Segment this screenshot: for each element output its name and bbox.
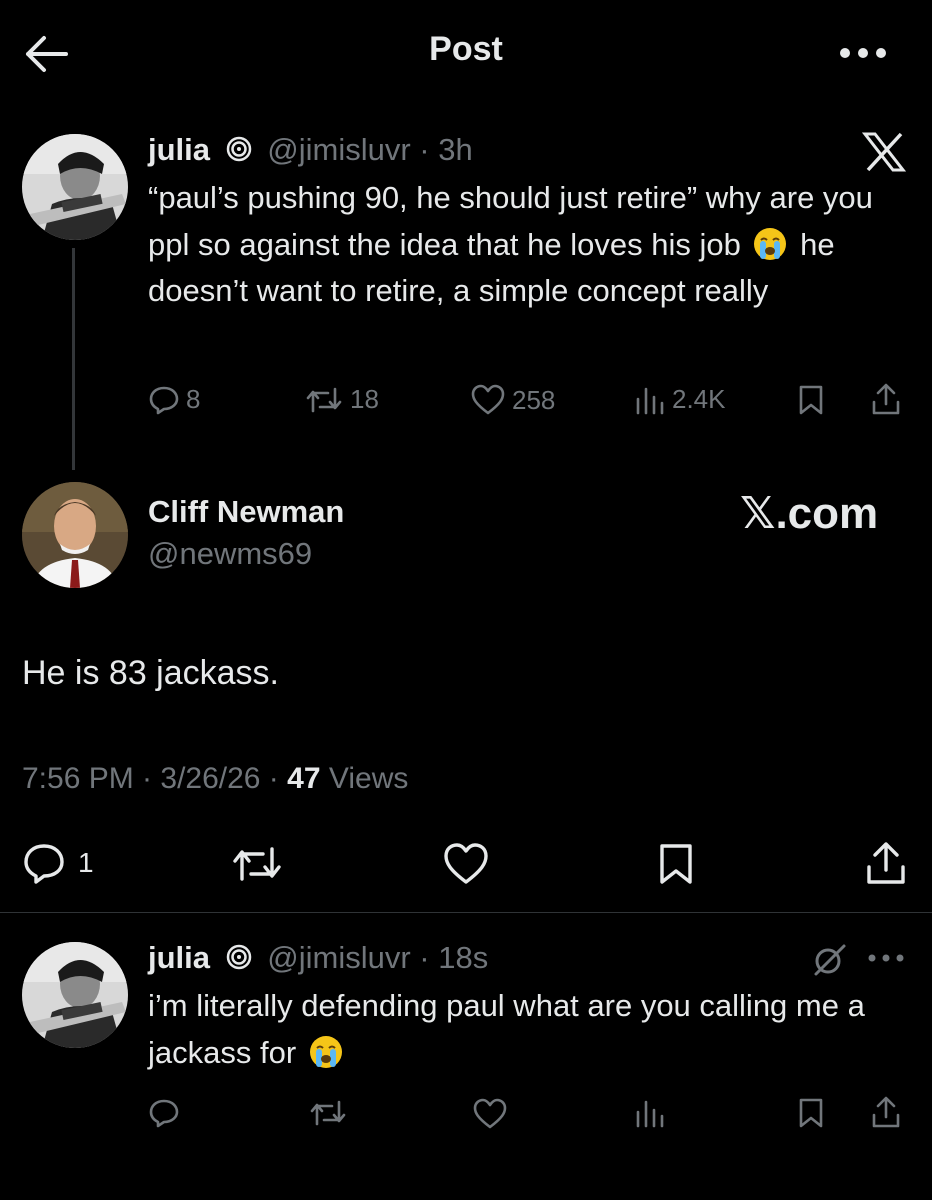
repost-button[interactable] (308, 1098, 348, 1128)
reply-icon (24, 844, 64, 884)
more-options-button[interactable] (836, 40, 890, 66)
reply-button[interactable]: 8 (148, 384, 200, 415)
like-icon (444, 843, 488, 884)
handle[interactable]: @newms69 (148, 536, 312, 572)
share-icon (872, 1096, 900, 1128)
crying-emoji-icon (309, 1035, 342, 1068)
x-com-watermark: 𝕏.com (740, 489, 879, 538)
quoted-user-line: julia @jimisluvr · 3h (148, 132, 473, 168)
share-button[interactable] (870, 382, 902, 416)
x-logo (862, 132, 906, 172)
more-icon (868, 954, 904, 962)
repost-icon (306, 387, 342, 412)
reply-button[interactable]: 1 (22, 842, 94, 884)
reply-user-line: julia @jimisluvr · 18s (148, 940, 488, 976)
reply-icon (149, 386, 179, 414)
views-button[interactable] (634, 1098, 666, 1128)
like-icon (473, 1098, 507, 1129)
share-icon (867, 842, 905, 884)
bookmark-icon (799, 385, 823, 415)
repost-button[interactable] (230, 844, 284, 884)
like-icon (471, 384, 505, 415)
grok-button[interactable] (812, 942, 848, 978)
avatar[interactable] (22, 134, 128, 240)
views-icon (636, 1100, 664, 1128)
handle[interactable]: @jimisluvr (267, 132, 410, 167)
avatar[interactable] (22, 482, 128, 588)
timestamp[interactable]: 7:56 PM · 3/26/26 · (22, 762, 279, 795)
repost-count: 18 (350, 384, 379, 414)
bookmark-button[interactable] (796, 1097, 826, 1129)
bookmark-button[interactable] (656, 842, 696, 886)
views-count: 2.4K (672, 384, 726, 414)
repost-icon (310, 1100, 346, 1126)
reply-count: 8 (186, 384, 201, 414)
views-count: 47 (287, 762, 321, 795)
reply-count: 1 (78, 847, 94, 878)
display-name[interactable]: julia (148, 132, 210, 167)
bookmark-icon (799, 1098, 823, 1128)
grok-icon (814, 944, 846, 976)
like-count: 258 (512, 384, 556, 415)
like-button[interactable] (442, 842, 490, 886)
share-button[interactable] (864, 840, 908, 886)
crying-emoji-icon (754, 227, 787, 260)
reply-icon (149, 1099, 179, 1128)
bookmark-icon (660, 844, 692, 884)
quoted-tweet-text: “paul’s pushing 90, he should just retir… (148, 175, 908, 315)
page-title: Post (429, 30, 503, 68)
timestamp[interactable]: · 18s (419, 940, 488, 975)
thread-line (72, 248, 75, 470)
verified-spiral-icon (226, 136, 251, 162)
share-icon (872, 383, 900, 415)
reply-tweet-text: i’m literally defending paul what are yo… (148, 983, 908, 1076)
x-logo-icon (862, 132, 906, 172)
repost-button[interactable]: 18 (304, 384, 379, 415)
display-name[interactable]: Cliff Newman (148, 494, 344, 530)
handle[interactable]: @jimisluvr (267, 940, 410, 975)
avatar[interactable] (22, 942, 128, 1048)
views-icon (636, 387, 664, 414)
tweet-meta: 7:56 PM · 3/26/26 · 47 Views (22, 762, 408, 796)
timestamp[interactable]: · 3h (419, 132, 472, 167)
share-button[interactable] (870, 1095, 902, 1129)
views-label: Views (328, 762, 409, 795)
repost-icon (233, 847, 281, 881)
divider (0, 912, 932, 913)
reply-button[interactable] (148, 1098, 180, 1128)
like-button[interactable] (472, 1098, 508, 1130)
bookmark-button[interactable] (796, 384, 826, 416)
verified-spiral-icon (226, 944, 251, 970)
more-options-button[interactable] (866, 950, 906, 966)
like-button[interactable]: 258 (470, 384, 555, 416)
tweet-text: i’m literally defending paul what are yo… (148, 988, 865, 1070)
more-icon (840, 48, 886, 58)
display-name[interactable]: julia (148, 940, 210, 975)
views-button[interactable]: 2.4K (634, 384, 726, 415)
main-tweet-text: He is 83 jackass. (22, 654, 279, 692)
